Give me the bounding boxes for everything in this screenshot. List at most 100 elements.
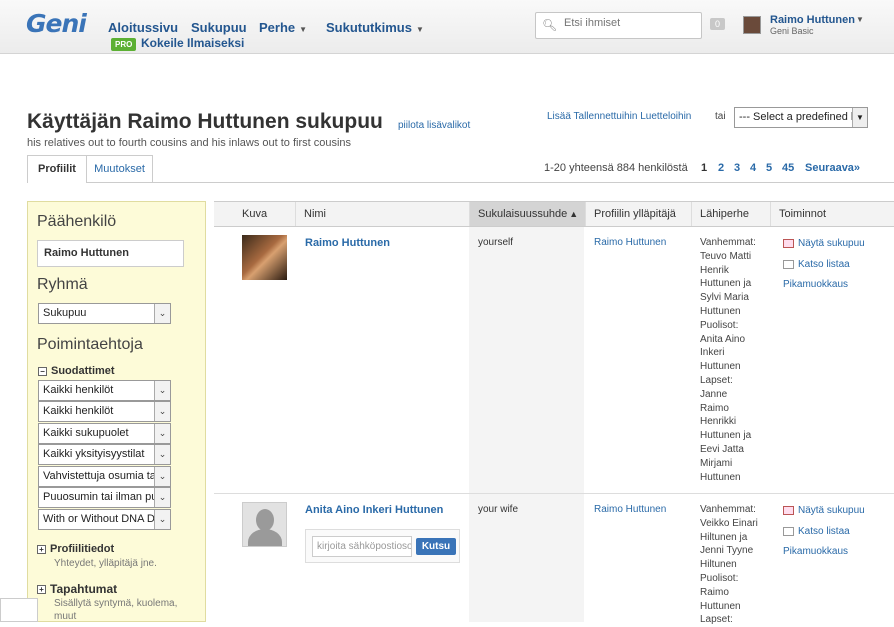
criteria-heading: Poimintaehtoja	[37, 336, 143, 353]
manager-link[interactable]: Raimo Huttunen	[594, 237, 666, 248]
user-plan: Geni Basic	[770, 26, 814, 36]
bottom-left-panel[interactable]	[0, 598, 38, 622]
page-5[interactable]: 5	[766, 162, 772, 174]
search-input[interactable]	[564, 17, 694, 29]
chevron-down-icon: ⌄	[154, 304, 170, 323]
filter-sidebar: Päähenkilö Raimo Huttunen Ryhmä Sukupuu ⌄…	[27, 201, 206, 622]
list-icon	[783, 259, 794, 269]
relationship-text: yourself	[478, 237, 514, 248]
nav-home[interactable]: Aloitussivu	[108, 20, 178, 35]
filter-select-6[interactable]: Puuosumin tai ilman pu ⌄	[38, 487, 171, 508]
page-4[interactable]: 4	[750, 162, 756, 174]
page-3[interactable]: 3	[734, 162, 740, 174]
invite-email-input[interactable]: kirjoita sähköpostiosoite	[312, 536, 412, 557]
col-name[interactable]: Nimi	[295, 202, 469, 226]
chevron-down-icon: ▼	[852, 108, 867, 127]
collapse-icon: −	[38, 366, 47, 376]
filter-select-3[interactable]: Kaikki sukupuolet ⌄	[38, 423, 171, 444]
profile-photo[interactable]	[242, 235, 287, 280]
family-list: Vanhemmat: Teuvo Matti Henrik Huttunen j…	[700, 237, 756, 483]
hide-menus-link[interactable]: piilota lisävalikot	[398, 120, 470, 131]
profile-info-desc: Yhteydet, ylläpitäjä jne.	[54, 558, 157, 569]
filter-select-1[interactable]: Kaikki henkilöt ⌄	[38, 380, 171, 401]
sort-arrow-icon: ▲	[569, 209, 579, 219]
quick-edit-link[interactable]: Pikamuokkaus	[783, 279, 848, 290]
predefined-select[interactable]: --- Select a predefined l ▼	[734, 107, 868, 128]
view-list-button[interactable]: Katso listaa	[783, 526, 850, 537]
filter-select-5[interactable]: Vahvistettuja osumia tai ⌄	[38, 466, 171, 487]
tree-icon	[783, 505, 794, 515]
sorted-column-bg	[469, 227, 584, 622]
page-title: Käyttäjän Raimo Huttunen sukupuu	[27, 110, 383, 133]
focus-person-input[interactable]: Raimo Huttunen	[37, 240, 184, 267]
expand-icon: +	[37, 544, 46, 554]
page-1[interactable]: 1	[701, 162, 707, 174]
events-desc: Sisällytä syntymä, kuolema,	[54, 598, 178, 609]
filter-select-7[interactable]: With or Without DNA D ⌄	[38, 509, 171, 530]
tab-changes[interactable]: Muutokset	[87, 155, 153, 182]
page-45[interactable]: 45	[782, 162, 794, 174]
chevron-down-icon: ⌄	[154, 467, 170, 486]
profile-photo-placeholder[interactable]	[242, 502, 287, 547]
list-icon	[783, 526, 794, 536]
col-photo[interactable]: Kuva	[214, 202, 295, 226]
top-bar: Geni Aloitussivu Sukupuu Perhe ▼ Sukututk…	[0, 0, 894, 54]
group-heading: Ryhmä	[37, 276, 88, 293]
col-manager[interactable]: Profiilin ylläpitäjä	[585, 202, 691, 226]
filter-select-4[interactable]: Kaikki yksityisyystilat ⌄	[38, 444, 171, 465]
col-relationship[interactable]: Sukulaisuussuhde ▲	[469, 202, 585, 226]
tab-divider	[27, 182, 894, 183]
profile-name-link[interactable]: Raimo Huttunen	[305, 237, 390, 249]
chevron-down-icon: ⌄	[154, 510, 170, 529]
focus-heading: Päähenkilö	[37, 213, 117, 230]
chevron-down-icon[interactable]: ▼	[856, 15, 864, 24]
chevron-down-icon: ⌄	[154, 445, 170, 464]
col-family: Lähiperhe	[691, 202, 770, 226]
view-list-button[interactable]: Katso listaa	[783, 259, 850, 270]
relationship-text: your wife	[478, 504, 519, 515]
family-list: Vanhemmat: Veikko Einari Hiltunen ja Jen…	[700, 504, 758, 626]
search-box[interactable]: 🔍︎	[535, 12, 702, 39]
invite-button[interactable]: Kutsu	[416, 538, 456, 555]
tree-icon	[783, 238, 794, 248]
user-name[interactable]: Raimo Huttunen	[770, 14, 855, 26]
events-desc-2: muut	[54, 611, 77, 622]
filter-select-2[interactable]: Kaikki henkilöt ⌄	[38, 401, 171, 422]
quick-edit-link[interactable]: Pikamuokkaus	[783, 546, 848, 557]
chevron-down-icon: ▼	[299, 25, 308, 34]
row-divider	[214, 493, 894, 494]
invite-box: kirjoita sähköpostiosoite Kutsu	[305, 529, 460, 563]
avatar[interactable]	[743, 16, 761, 34]
nav-tree[interactable]: Sukupuu	[191, 20, 247, 35]
result-count: 1-20 yhteensä 884 henkilöstä	[544, 162, 688, 174]
search-icon[interactable]: 🔍︎	[542, 18, 557, 32]
table-header: Kuva Nimi Sukulaisuussuhde ▲ Profiilin yl…	[214, 201, 894, 227]
person-silhouette-icon	[256, 509, 274, 531]
view-tree-button[interactable]: Näytä sukupuu	[783, 238, 865, 249]
page-2[interactable]: 2	[718, 162, 724, 174]
nav-family[interactable]: Perhe ▼	[259, 20, 307, 35]
page-subtitle: his relatives out to fourth cousins and …	[27, 137, 352, 149]
nav-genealogy[interactable]: Sukututkimus ▼	[326, 20, 424, 35]
chevron-down-icon: ⌄	[154, 424, 170, 443]
pro-badge: PRO	[111, 38, 137, 51]
chevron-down-icon: ⌄	[154, 381, 170, 400]
profile-name-link[interactable]: Anita Aino Inkeri Huttunen	[305, 504, 443, 516]
geni-logo[interactable]: Geni	[26, 9, 87, 38]
tab-profiles[interactable]: Profiilit	[27, 155, 87, 183]
group-select[interactable]: Sukupuu ⌄	[38, 303, 171, 324]
next-page-link[interactable]: Seuraava»	[805, 162, 860, 174]
chevron-down-icon: ▼	[415, 25, 424, 34]
profile-info-toggle[interactable]: + Profiilitiedot	[37, 543, 114, 555]
filters-section-toggle[interactable]: − Suodattimet	[38, 365, 115, 377]
add-to-saved-lists-link[interactable]: Lisää Tallennettuihin Luetteloihin	[547, 111, 691, 122]
manager-link[interactable]: Raimo Huttunen	[594, 504, 666, 515]
view-tree-button[interactable]: Näytä sukupuu	[783, 505, 865, 516]
or-label: tai	[715, 111, 726, 122]
try-pro-link[interactable]: Kokeile Ilmaiseksi	[141, 36, 244, 50]
col-actions: Toiminnot	[770, 202, 894, 226]
notification-count[interactable]: 0	[710, 18, 726, 30]
expand-icon: +	[37, 585, 46, 595]
events-toggle[interactable]: + Tapahtumat	[37, 582, 117, 596]
chevron-down-icon: ⌄	[154, 402, 170, 421]
